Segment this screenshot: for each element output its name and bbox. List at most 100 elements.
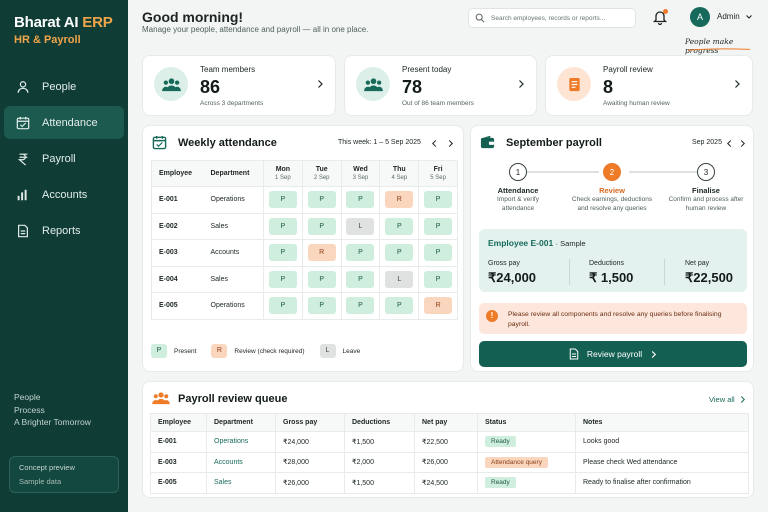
team-icon	[363, 77, 383, 91]
attendance-chip: R	[385, 191, 414, 209]
attendance-table: Employee Department Mon 1 Sep Tue 2 Sep We…	[151, 160, 458, 320]
attendance-cell[interactable]: P	[340, 239, 380, 267]
attendance-cell[interactable]: P	[263, 239, 303, 267]
attendance-cell[interactable]: P	[340, 266, 380, 293]
deductions: ₹1,500	[344, 431, 415, 453]
attendance-cell[interactable]: R	[418, 292, 458, 320]
attendance-cell[interactable]: L	[379, 266, 419, 293]
stat-value: 86	[200, 77, 221, 97]
step-number: 1	[509, 163, 527, 181]
review-payroll-button[interactable]: Review payroll	[479, 341, 747, 367]
avatar[interactable]: A	[690, 7, 710, 27]
column-header-day: Fri 5 Sep	[418, 160, 458, 187]
stat-card-payroll-review[interactable]: Payroll review 8 Awaiting human review	[545, 55, 753, 116]
attendance-cell[interactable]: P	[418, 186, 458, 214]
column-header-day: Mon 1 Sep	[263, 160, 303, 187]
attendance-chip: P	[346, 244, 375, 262]
panel-title: Payroll review queue	[178, 393, 288, 405]
chevron-down-icon[interactable]	[745, 13, 753, 21]
status-badge: Attendance query	[485, 456, 548, 468]
document-icon	[18, 224, 28, 237]
department: Operations	[203, 292, 264, 320]
step-desc: Check earnings, deductions and resolve a…	[571, 196, 653, 212]
attendance-cell[interactable]: P	[301, 292, 342, 320]
legend-chip-leave: L	[319, 344, 336, 358]
step-review[interactable]: 2 Review Check earnings, deductions and …	[567, 163, 657, 213]
attendance-cell[interactable]: P	[418, 239, 458, 267]
table-row: E-001 Operations P P P R P	[151, 186, 458, 214]
legend-label: Leave	[342, 347, 361, 355]
attendance-cell[interactable]: P	[379, 292, 419, 320]
attendance-chip: P	[385, 297, 414, 315]
table-row[interactable]: E-001 Operations ₹24,000 ₹1,500 ₹22,500 Ready…	[150, 431, 749, 453]
employee-id: E-004	[151, 266, 204, 293]
step-finalise[interactable]: 3 Finalise Confirm and process after hum…	[661, 163, 751, 213]
attendance-cell[interactable]: R	[379, 186, 419, 214]
chevron-right-icon[interactable]	[739, 395, 746, 404]
employee-title: Employee E-001 · Sample	[488, 238, 586, 248]
legend-label: Present	[174, 347, 197, 355]
rupee-icon	[17, 153, 28, 166]
bar-chart-icon	[17, 189, 27, 200]
attendance-cell[interactable]: P	[418, 266, 458, 293]
attendance-cell[interactable]: P	[418, 213, 458, 240]
stat-card-team-members[interactable]: Team members 86 Across 3 departments	[142, 55, 336, 116]
chevron-right-icon[interactable]	[739, 139, 746, 148]
table-row[interactable]: E-003 Accounts ₹28,000 ₹2,000 ₹26,000 Attenda…	[150, 452, 749, 473]
employee-id: E-005	[150, 472, 207, 494]
attendance-cell[interactable]: L	[340, 213, 380, 240]
sidebar-item-reports[interactable]: Reports	[4, 214, 124, 247]
sidebar-item-label: People	[42, 80, 77, 93]
sidebar-item-people[interactable]: People	[4, 70, 124, 103]
column-header: Status	[477, 413, 576, 432]
attendance-chip: P	[268, 244, 297, 262]
chevron-left-icon[interactable]	[431, 139, 438, 148]
column-header: Department	[206, 413, 276, 432]
deductions: ₹2,000	[344, 452, 415, 473]
attendance-chip: P	[268, 191, 297, 209]
attendance-cell[interactable]: P	[340, 186, 380, 214]
sidebar-tagline: People Process A Brighter Tomorrow	[14, 392, 91, 427]
attendance-chip: P	[385, 244, 414, 262]
attendance-cell[interactable]: P	[263, 186, 303, 214]
attendance-cell[interactable]: P	[263, 213, 303, 240]
review-queue-table: Employee Department Gross pay Deductions…	[150, 413, 749, 494]
chevron-right-icon[interactable]	[316, 79, 324, 89]
search-box[interactable]	[468, 8, 636, 28]
chevron-right-icon[interactable]	[447, 139, 454, 148]
stat-sub: Across 3 departments	[200, 100, 264, 107]
attendance-chip: P	[346, 297, 375, 315]
sidebar-item-attendance[interactable]: Attendance	[4, 106, 124, 139]
note: Ready to finalise after confirmation	[575, 472, 749, 494]
search-input[interactable]	[491, 14, 631, 22]
payroll-month: Sep 2025	[692, 139, 722, 146]
table-row[interactable]: E-005 Sales ₹26,000 ₹1,500 ₹24,500 Ready Ready…	[150, 472, 749, 494]
attendance-chip: P	[307, 217, 336, 235]
attendance-cell[interactable]: P	[263, 266, 303, 293]
attendance-chip: P	[424, 270, 453, 288]
chevron-right-icon[interactable]	[517, 79, 525, 89]
attendance-cell[interactable]: P	[263, 292, 303, 320]
column-header-day: Thu 4 Sep	[379, 160, 419, 187]
step-attendance[interactable]: 1 Attendance Import & verify attendance	[473, 163, 563, 213]
notifications-button[interactable]	[652, 9, 668, 26]
chevron-right-icon[interactable]	[733, 79, 741, 89]
step-title: Attendance	[497, 186, 539, 195]
user-menu[interactable]: Admin	[717, 12, 740, 21]
chevron-left-icon[interactable]	[726, 139, 733, 148]
attendance-cell[interactable]: P	[340, 292, 380, 320]
payroll-panel: September payroll Sep 2025 1 Attendance …	[470, 125, 754, 372]
attendance-cell[interactable]: P	[379, 213, 419, 240]
attendance-cell[interactable]: P	[301, 266, 342, 293]
attendance-cell[interactable]: P	[301, 213, 342, 240]
attendance-cell[interactable]: R	[301, 239, 342, 267]
attendance-cell[interactable]: P	[379, 239, 419, 267]
view-all-link[interactable]: View all	[709, 395, 735, 404]
sidebar-item-payroll[interactable]: Payroll	[4, 142, 124, 175]
department: Operations	[203, 186, 264, 214]
column-header: Department	[203, 160, 264, 187]
attendance-cell[interactable]: P	[301, 186, 342, 214]
column-header: Gross pay	[275, 413, 345, 432]
sidebar-item-accounts[interactable]: Accounts	[4, 178, 124, 211]
stat-card-present-today[interactable]: Present today 78 Out of 86 team members	[344, 55, 537, 116]
